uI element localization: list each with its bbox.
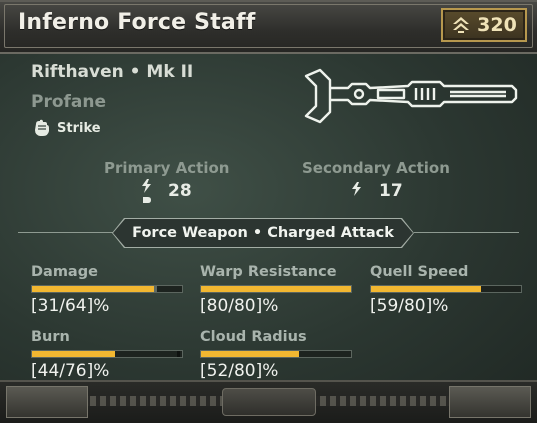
card-header: Inferno Force Staff 320 — [0, 0, 537, 54]
stat-bar-fill — [201, 351, 299, 357]
stat-name: Damage — [31, 264, 98, 280]
stat-name: Warp Resistance — [200, 264, 337, 280]
secondary-action-value: 17 — [379, 181, 403, 201]
stat-bar-fill — [32, 351, 115, 357]
stat-bar — [200, 350, 352, 358]
stat-bar — [370, 285, 522, 293]
fist-icon — [35, 119, 49, 136]
stat-cloud-radius: Cloud Radius [52/80]% — [200, 329, 356, 381]
lightning-bolt-icon — [142, 179, 151, 193]
stat-bar — [200, 285, 352, 293]
weapon-keyword-label: Force Weapon • Charged Attack — [132, 225, 394, 241]
stat-value: [52/80]% — [200, 361, 279, 381]
secondary-action-label: Secondary Action — [302, 159, 450, 177]
attack-type-label: Strike — [57, 120, 101, 136]
stat-value: [44/76]% — [31, 361, 110, 381]
stat-quell-speed: Quell Speed [59/80]% — [370, 264, 526, 316]
weapon-card: Inferno Force Staff 320 Rifthaven • Mk I… — [0, 0, 537, 423]
primary-action-label: Primary Action — [104, 159, 230, 177]
footer-plate-right — [449, 386, 531, 418]
lightning-bolt-icon — [352, 182, 361, 196]
banner-line-right — [414, 232, 519, 233]
stat-bar-cap — [154, 286, 157, 292]
stat-bar-cap — [177, 351, 180, 357]
stat-bar-fill — [32, 286, 154, 292]
stat-burn: Burn [44/76]% — [31, 329, 187, 381]
stat-bar-fill — [201, 286, 351, 292]
banner-line-left — [18, 232, 113, 233]
stat-bar — [31, 350, 183, 358]
card-footer-ornament — [0, 380, 537, 423]
stat-bar-fill — [371, 286, 481, 292]
weapon-keyword-banner: Force Weapon • Charged Attack — [113, 219, 413, 247]
footer-center-ornament — [222, 388, 316, 416]
stat-value: [31/64]% — [31, 296, 110, 316]
stat-damage: Damage [31/64]% — [31, 264, 187, 316]
stat-name: Burn — [31, 329, 70, 345]
weapon-variant: Profane — [31, 92, 107, 112]
chevron-rank-icon — [453, 17, 470, 33]
mastery-badge: 320 — [441, 8, 527, 42]
attack-type: Strike — [31, 118, 101, 138]
footer-plate-left — [6, 386, 88, 418]
stat-name: Cloud Radius — [200, 329, 307, 345]
mastery-value: 320 — [477, 14, 517, 36]
stat-value: [59/80]% — [370, 296, 449, 316]
stat-warp-resistance: Warp Resistance [80/80]% — [200, 264, 356, 316]
force-staff-icon — [304, 68, 518, 124]
ammo-pip-icon — [143, 197, 151, 203]
weapon-title: Inferno Force Staff — [18, 10, 256, 35]
stat-value: [80/80]% — [200, 296, 279, 316]
primary-action-value: 28 — [168, 181, 192, 201]
stat-bar — [31, 285, 183, 293]
stat-name: Quell Speed — [370, 264, 469, 280]
weapon-origin: Rifthaven • Mk II — [31, 62, 194, 82]
